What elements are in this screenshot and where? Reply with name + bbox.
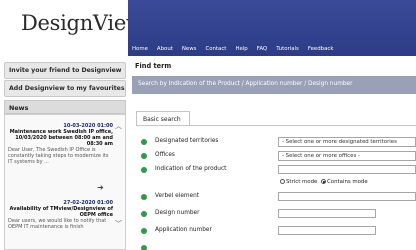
- status-dot-icon: [141, 245, 147, 250]
- strict-mode-radio[interactable]: [280, 179, 285, 184]
- news-header: News: [4, 100, 126, 114]
- status-dot-icon: [141, 139, 147, 145]
- indication-label: Indication of the product: [155, 166, 227, 172]
- indication-input[interactable]: [278, 165, 416, 174]
- news-title[interactable]: Availability of TMview/Designview of OEP…: [8, 206, 114, 218]
- designview-logo[interactable]: DesignView: [0, 0, 144, 56]
- offices-label: Offices: [155, 152, 175, 158]
- nav-news[interactable]: News: [182, 46, 197, 52]
- left-column: DesignView Invite your friend to Designv…: [0, 0, 144, 250]
- design-number-input[interactable]: [278, 209, 376, 218]
- scroll-down-icon[interactable]: ﹀: [115, 219, 122, 229]
- invite-friend-button[interactable]: Invite your friend to Designview: [4, 62, 126, 79]
- tab-basic-search[interactable]: Basic search: [136, 111, 190, 126]
- search-description-bar: Search by Indication of the Product / Ap…: [132, 76, 416, 94]
- application-number-input[interactable]: [278, 226, 376, 235]
- strict-mode-label: Strict mode: [286, 179, 318, 185]
- status-dot-icon: [141, 228, 147, 234]
- add-favourites-button[interactable]: Add Designview to my favourites: [4, 80, 126, 97]
- logo-text: DesignView: [21, 11, 144, 35]
- tab-divider: [136, 125, 416, 126]
- verbal-element-label: Verbel element: [155, 193, 200, 199]
- status-dot-icon: [141, 194, 147, 200]
- nav-feedback[interactable]: Feedback: [308, 46, 334, 52]
- status-dot-icon: [141, 153, 147, 159]
- nav-about[interactable]: About: [157, 46, 173, 52]
- top-navigation-bar: Home About News Contact Help FAQ Tutoria…: [128, 0, 416, 56]
- nav-help[interactable]: Help: [235, 46, 247, 52]
- search-mode-group: Strict mode Contains mode: [280, 179, 368, 185]
- find-term-header: Find term: [135, 62, 172, 70]
- news-arrow-icon[interactable]: ➜: [97, 183, 104, 192]
- contains-mode-radio[interactable]: [321, 179, 327, 184]
- designated-territories-label: Designated territories: [155, 138, 219, 144]
- offices-select[interactable]: - Select one or more offices -: [278, 151, 416, 161]
- nav-home[interactable]: Home: [132, 46, 148, 52]
- scroll-up-icon[interactable]: ︿: [115, 121, 122, 131]
- main-nav: Home About News Contact Help FAQ Tutoria…: [132, 46, 342, 52]
- application-number-label: Application number: [155, 227, 212, 233]
- news-title[interactable]: Maintenance work Swedish IP office, 10/0…: [8, 129, 113, 147]
- news-panel: 10-03-2020 01:00 Maintenance work Swedis…: [4, 114, 126, 250]
- nav-contact[interactable]: Contact: [205, 46, 226, 52]
- nav-faq[interactable]: FAQ: [257, 46, 267, 52]
- design-number-label: Design number: [155, 210, 200, 216]
- verbal-element-input[interactable]: [278, 192, 416, 201]
- status-dot-icon: [141, 167, 147, 173]
- designated-territories-select[interactable]: - Select one or more designated territor…: [278, 137, 416, 147]
- nav-tutorials[interactable]: Tutorials: [276, 46, 299, 52]
- news-text: Dear users, we would like to notify that…: [8, 218, 107, 230]
- news-text: Dear User, The Swedish IP Office is cons…: [8, 147, 109, 165]
- news-item[interactable]: 10-03-2020 01:00 Maintenance work Swedis…: [8, 123, 113, 165]
- contains-mode-label: Contains mode: [327, 179, 368, 185]
- news-item[interactable]: 27-02-2020 01:00 Availability of TMview/…: [8, 200, 113, 230]
- status-dot-icon: [141, 211, 147, 217]
